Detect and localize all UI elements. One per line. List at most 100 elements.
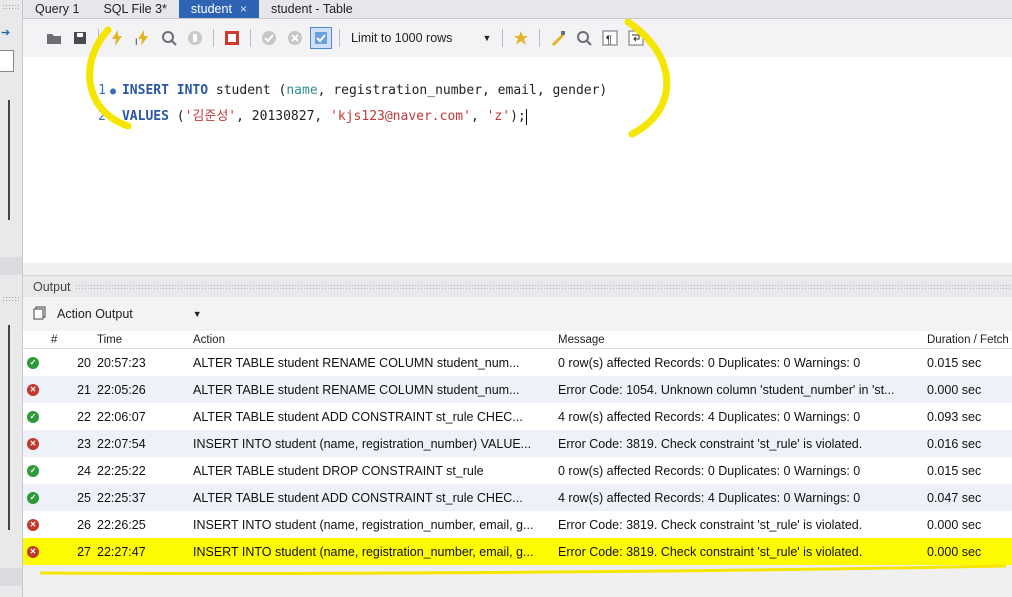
- expand-arrow-icon[interactable]: ➔: [1, 26, 10, 39]
- stop-icon[interactable]: [184, 27, 206, 49]
- table-row[interactable]: ✕ 26 22:26:25 INSERT INTO student (name, re…: [23, 511, 1012, 538]
- success-check-icon: ✓: [27, 491, 39, 504]
- cell-message: Error Code: 3819. Check constraint 'st_r…: [558, 436, 863, 451]
- error-x-icon: ✕: [27, 383, 39, 396]
- sql-editor[interactable]: 1 ● INSERT INTO student (name, registratio…: [23, 57, 1012, 263]
- cell-time: 22:26:25: [97, 517, 146, 532]
- chevron-down-icon: ▼: [482, 33, 492, 43]
- tab-2[interactable]: student ×: [178, 0, 259, 18]
- add-snippet-icon[interactable]: [510, 27, 532, 49]
- tab-0[interactable]: Query 1: [23, 0, 91, 18]
- tab-3[interactable]: student - Table: [259, 0, 365, 18]
- tab-label: SQL File 3*: [103, 2, 167, 16]
- code-token: 'kjs123@naver.com': [330, 109, 471, 124]
- execute-current-icon[interactable]: I: [132, 27, 154, 49]
- cell-time: 22:06:07: [97, 409, 146, 424]
- cell-num: 26: [77, 517, 91, 532]
- table-row[interactable]: ✕ 23 22:07:54 INSERT INTO student (name, re…: [23, 430, 1012, 457]
- folder-icon[interactable]: [43, 27, 65, 49]
- toolbar-separator: [213, 29, 214, 47]
- line-number: 2: [98, 109, 106, 124]
- success-check-icon: ✓: [27, 464, 39, 477]
- code-line-2: 2 VALUES ('김준성', 20130827, 'kjs123@naver.…: [23, 84, 527, 125]
- cell-action: INSERT INTO student (name, registration_…: [193, 436, 532, 451]
- column-header-action[interactable]: Action: [187, 334, 552, 346]
- toolbar-separator: [339, 29, 340, 47]
- toolbar-separator: [539, 29, 541, 47]
- cell-message: 4 row(s) affected Records: 4 Duplicates:…: [558, 409, 861, 424]
- explain-icon[interactable]: [158, 27, 180, 49]
- beautify-icon[interactable]: [547, 27, 569, 49]
- cell-num: 20: [77, 355, 91, 370]
- cell-time: 22:25:37: [97, 490, 146, 505]
- column-header-message[interactable]: Message: [552, 334, 923, 346]
- execute-icon[interactable]: [106, 27, 128, 49]
- splitter-grip[interactable]: [2, 4, 20, 10]
- table-row[interactable]: ✕ 27 22:27:47 INSERT INTO student (name, re…: [23, 538, 1012, 565]
- code-token: );: [510, 109, 526, 124]
- column-header-duration[interactable]: Duration / Fetch: [923, 334, 1012, 346]
- find-icon[interactable]: [573, 27, 595, 49]
- cell-message: Error Code: 3819. Check constraint 'st_r…: [558, 517, 863, 532]
- sidebar-scrollbar[interactable]: [8, 100, 10, 220]
- status-cell: ✓: [23, 410, 43, 423]
- sidebar-scrollbar[interactable]: [8, 325, 10, 530]
- limit-rows-select[interactable]: Limit to 1000 rows ▼: [347, 31, 495, 45]
- table-row[interactable]: ✓ 20 20:57:23 ALTER TABLE student RENAME CO…: [23, 349, 1012, 376]
- cell-duration: 0.000 sec: [927, 382, 982, 397]
- cell-action: ALTER TABLE student ADD CONSTRAINT st_ru…: [193, 490, 523, 505]
- table-row[interactable]: ✓ 22 22:06:07 ALTER TABLE student ADD CONST…: [23, 403, 1012, 430]
- sidebar-band: [0, 257, 22, 275]
- action-output-table: # Time Action Message Duration / Fetch ✓…: [23, 331, 1012, 565]
- status-cell: ✕: [23, 383, 43, 396]
- svg-text:¶: ¶: [606, 34, 612, 46]
- cell-num: 22: [77, 409, 91, 424]
- invisible-chars-icon[interactable]: ¶: [599, 27, 621, 49]
- sidebar-band: [0, 568, 22, 586]
- svg-text:I: I: [135, 37, 138, 46]
- save-icon[interactable]: [69, 27, 91, 49]
- splitter-grip[interactable]: [2, 296, 20, 302]
- copy-icon[interactable]: [33, 306, 47, 323]
- cell-duration: 0.093 sec: [927, 409, 982, 424]
- sidebar-input-stub[interactable]: [0, 50, 14, 72]
- cell-duration: 0.000 sec: [927, 517, 982, 532]
- cell-action: ALTER TABLE student RENAME COLUMN studen…: [193, 382, 520, 397]
- output-type-label: Action Output: [57, 307, 133, 321]
- error-x-icon: ✕: [27, 518, 39, 531]
- cell-time: 22:25:22: [97, 463, 146, 478]
- cell-message: Error Code: 3819. Check constraint 'st_r…: [558, 544, 863, 559]
- splitter-grip[interactable]: [74, 283, 1012, 290]
- tab-label: student - Table: [270, 2, 353, 16]
- table-row[interactable]: ✓ 24 22:25:22 ALTER TABLE student DROP CONS…: [23, 457, 1012, 484]
- status-cell: ✕: [23, 518, 43, 531]
- status-cell: ✓: [23, 356, 43, 369]
- tab-label: student: [190, 2, 232, 16]
- output-type-select[interactable]: Action Output ▼: [57, 307, 202, 321]
- column-header-num[interactable]: #: [43, 334, 93, 346]
- table-row[interactable]: ✕ 21 22:05:26 ALTER TABLE student RENAME CO…: [23, 376, 1012, 403]
- commit-icon[interactable]: [258, 27, 280, 49]
- status-cell: ✕: [23, 545, 43, 558]
- stop-on-error-icon[interactable]: [221, 27, 243, 49]
- status-area: [23, 585, 1012, 597]
- wrap-icon[interactable]: [625, 27, 647, 49]
- cell-duration: 0.016 sec: [927, 436, 982, 451]
- code-token: VALUES: [121, 109, 169, 124]
- cell-message: 4 row(s) affected Records: 4 Duplicates:…: [558, 490, 861, 505]
- rollback-icon[interactable]: [284, 27, 306, 49]
- success-check-icon: ✓: [27, 410, 39, 423]
- cell-num: 27: [77, 544, 91, 559]
- autocommit-icon[interactable]: [310, 27, 332, 49]
- table-row[interactable]: ✓ 25 22:25:37 ALTER TABLE student ADD CONST…: [23, 484, 1012, 511]
- cell-action: INSERT INTO student (name, registration_…: [193, 517, 534, 532]
- status-cell: ✓: [23, 464, 43, 477]
- code-token: ,: [470, 109, 487, 124]
- cell-message: Error Code: 1054. Unknown column 'studen…: [558, 382, 895, 397]
- tab-1[interactable]: SQL File 3*: [91, 0, 178, 18]
- column-header-time[interactable]: Time: [93, 334, 187, 346]
- chevron-down-icon: ▼: [192, 309, 202, 319]
- close-icon[interactable]: ×: [240, 0, 247, 18]
- cell-duration: 0.047 sec: [927, 490, 982, 505]
- sql-toolbar: I Limit to 1000 rows ▼ ¶: [23, 19, 1012, 57]
